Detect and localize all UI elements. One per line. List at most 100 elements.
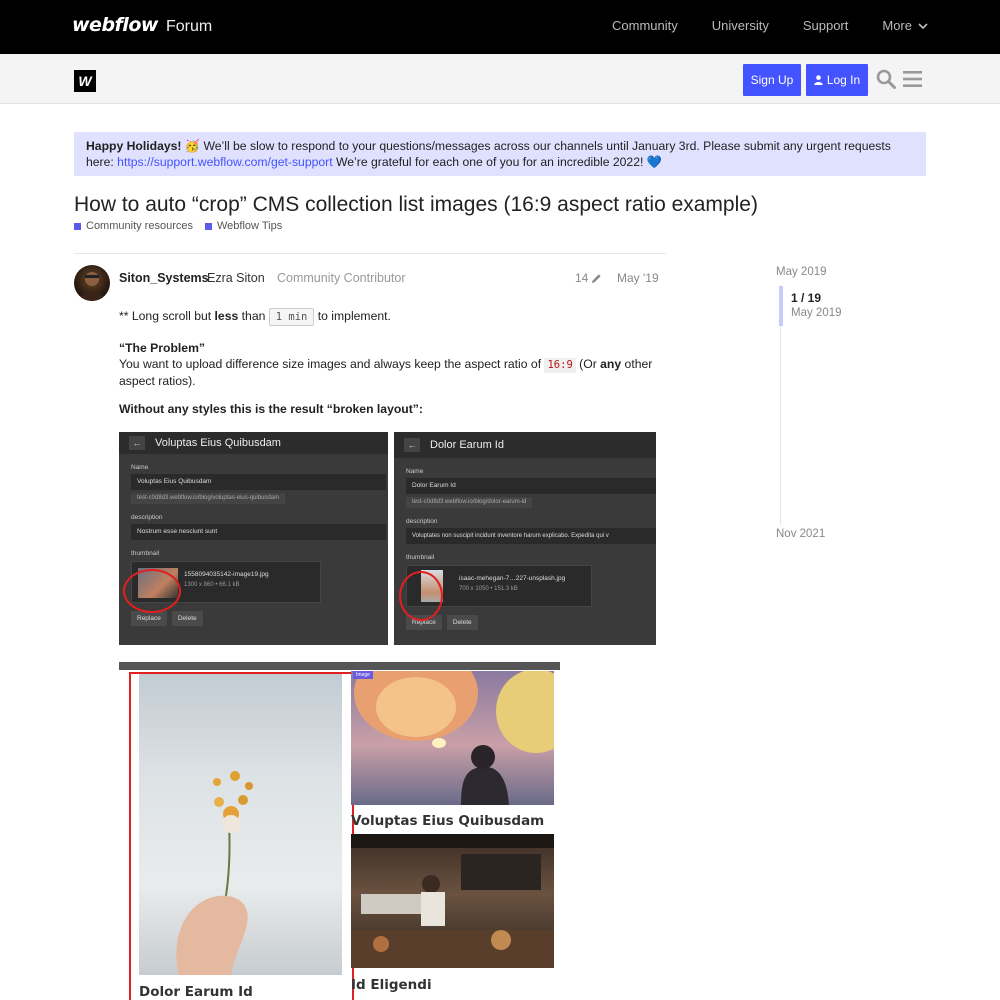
timeline-end-date[interactable]: Nov 2021 <box>776 528 825 540</box>
back-arrow-icon: ← <box>129 436 145 450</box>
forum-header: W Sign Up Log In <box>0 54 1000 104</box>
coffee-shop-illustration <box>351 834 554 968</box>
problem-paragraph: You want to upload difference size image… <box>119 356 659 389</box>
description-label: description <box>131 514 163 521</box>
webflow-logo[interactable]: webflow <box>72 14 158 36</box>
timeline-start-date[interactable]: May 2019 <box>776 266 827 278</box>
thumbnail-label: thumbnail <box>406 554 435 561</box>
post-username[interactable]: Siton_Systems <box>119 271 209 285</box>
nav-support[interactable]: Support <box>803 18 849 33</box>
post-bold-text: any <box>600 357 622 371</box>
category-community-resources[interactable]: Community resources <box>74 220 193 232</box>
lanterns-photo: Image <box>351 662 560 805</box>
edit-history[interactable]: 14 <box>575 271 602 285</box>
post-text: than <box>238 309 269 323</box>
editor-title: Dolor Earum Id <box>430 439 504 451</box>
log-in-label: Log In <box>826 73 861 87</box>
red-outline-box <box>129 672 354 1000</box>
cms-editor-screenshot-2[interactable]: ← Dolor Earum Id Name Dolor Earum Id test… <box>394 432 656 645</box>
post-text: to implement. <box>314 309 391 323</box>
problem-heading: “The Problem” <box>119 341 206 355</box>
post-bold-text: less <box>214 309 239 323</box>
thumbnail-meta: 700 x 1050 • 151.3 kB <box>459 586 518 592</box>
site-top-bar: webflow Forum Community University Suppo… <box>0 0 1000 54</box>
lanterns-illustration <box>354 662 560 805</box>
timeline-position: 1 / 19 <box>791 291 822 305</box>
search-icon[interactable] <box>876 69 896 89</box>
broken-layout-preview[interactable]: Image Voluptas Eius Quibusdam Id Eligend… <box>119 662 560 1000</box>
nav-university[interactable]: University <box>712 18 769 33</box>
post-date[interactable]: May '19 <box>617 271 659 285</box>
cms-editor-screenshot-1[interactable]: ← Voluptas Eius Quibusdam Name Voluptas E… <box>119 432 388 645</box>
thumbnail-label: thumbnail <box>131 550 160 557</box>
post-user-title: Community Contributor <box>277 271 406 285</box>
preview-toolbar <box>119 662 560 670</box>
chevron-down-icon <box>918 22 928 29</box>
editor-title-bar: ← Dolor Earum Id <box>394 432 656 458</box>
post-text: You want to upload difference size image… <box>119 357 545 371</box>
avatar[interactable] <box>74 265 110 301</box>
category-label: Community resources <box>86 220 193 232</box>
timeline-position-date: May 2019 <box>791 307 842 319</box>
heart-emoji: 💙 <box>646 155 662 169</box>
avatar-image <box>80 272 104 301</box>
support-link[interactable]: https://support.webflow.com/get-support <box>117 155 332 169</box>
replace-button: Replace <box>131 611 167 626</box>
user-icon <box>814 75 823 85</box>
topic-title[interactable]: How to auto “crop” CMS collection list i… <box>74 193 758 217</box>
topic-categories: Community resources Webflow Tips <box>74 220 282 232</box>
pencil-icon <box>592 273 601 283</box>
party-emoji: 🥳 <box>184 139 201 153</box>
editor-title-bar: ← Voluptas Eius Quibusdam <box>119 432 388 454</box>
delete-button: Delete <box>171 611 203 626</box>
name-field: Dolor Earum Id <box>406 478 656 494</box>
thumbnail-meta: 1300 x 860 • 66.1 kB <box>184 582 240 588</box>
category-label: Webflow Tips <box>216 220 283 232</box>
nav-more-label: More <box>882 18 912 33</box>
coffee-shop-photo <box>351 834 554 968</box>
image-badge: Image <box>353 671 373 679</box>
editor-title: Voluptas Eius Quibusdam <box>155 437 281 449</box>
description-field: Voluptates non suscipit incidunt invento… <box>406 528 656 544</box>
card-caption: Dolor Earum Id <box>139 984 253 1000</box>
hamburger-menu-icon[interactable] <box>903 71 922 87</box>
red-highlight-circle <box>123 569 181 613</box>
post-text: (Or <box>575 357 601 371</box>
log-in-button[interactable]: Log In <box>806 64 868 96</box>
holiday-banner: Happy Holidays! 🥳 We’ll be slow to respo… <box>74 132 926 176</box>
name-field: Voluptas Eius Quibusdam <box>131 474 386 490</box>
timeline-scroll-handle[interactable] <box>779 286 783 326</box>
description-field: Nostrum esse nesciunt sunt <box>131 524 386 540</box>
banner-text-2: We’re grateful for each one of you for a… <box>332 155 647 169</box>
edit-count: 14 <box>575 271 589 285</box>
slug-link: test-c0d8d3.webflow.io/blog/dolor-earum-… <box>406 497 533 508</box>
post-full-name[interactable]: Ezra Siton <box>207 271 265 285</box>
thumbnail-filename: 1558094035142-image19.jpg <box>184 571 269 578</box>
back-arrow-icon: ← <box>404 438 420 452</box>
thumbnail-actions: Replace Delete <box>406 615 656 630</box>
category-color-swatch <box>204 222 212 230</box>
card-caption: Id Eligendi <box>351 977 432 993</box>
slug-link: test-c0d8d3.webflow.io/blog/voluptas-eiu… <box>131 493 286 504</box>
webflow-forum-brand[interactable]: webflow Forum <box>72 14 212 36</box>
red-highlight-circle <box>399 571 443 621</box>
card-caption: Voluptas Eius Quibusdam <box>351 813 545 829</box>
thumbnail-filename: isaac-mehegan-7…227-unsplash.jpg <box>459 575 566 582</box>
delete-button: Delete <box>446 615 478 630</box>
webflow-w-logo[interactable]: W <box>74 70 96 92</box>
post-divider <box>74 253 666 254</box>
post-text: ** Long scroll but <box>119 309 215 323</box>
category-color-swatch <box>74 222 81 230</box>
category-webflow-tips[interactable]: Webflow Tips <box>204 220 283 232</box>
forum-label[interactable]: Forum <box>166 18 212 36</box>
nav-more[interactable]: More <box>882 18 928 33</box>
name-label: Name <box>406 468 424 475</box>
post-line-1: ** Long scroll but less than 1 min to im… <box>119 308 391 326</box>
inline-code: 1 min <box>268 308 315 326</box>
top-nav: Community University Support More <box>612 18 928 33</box>
sign-up-button[interactable]: Sign Up <box>743 64 801 96</box>
nav-community[interactable]: Community <box>612 18 678 33</box>
name-label: Name <box>131 464 149 471</box>
description-label: description <box>406 518 438 525</box>
thumbnail-actions: Replace Delete <box>131 611 388 626</box>
